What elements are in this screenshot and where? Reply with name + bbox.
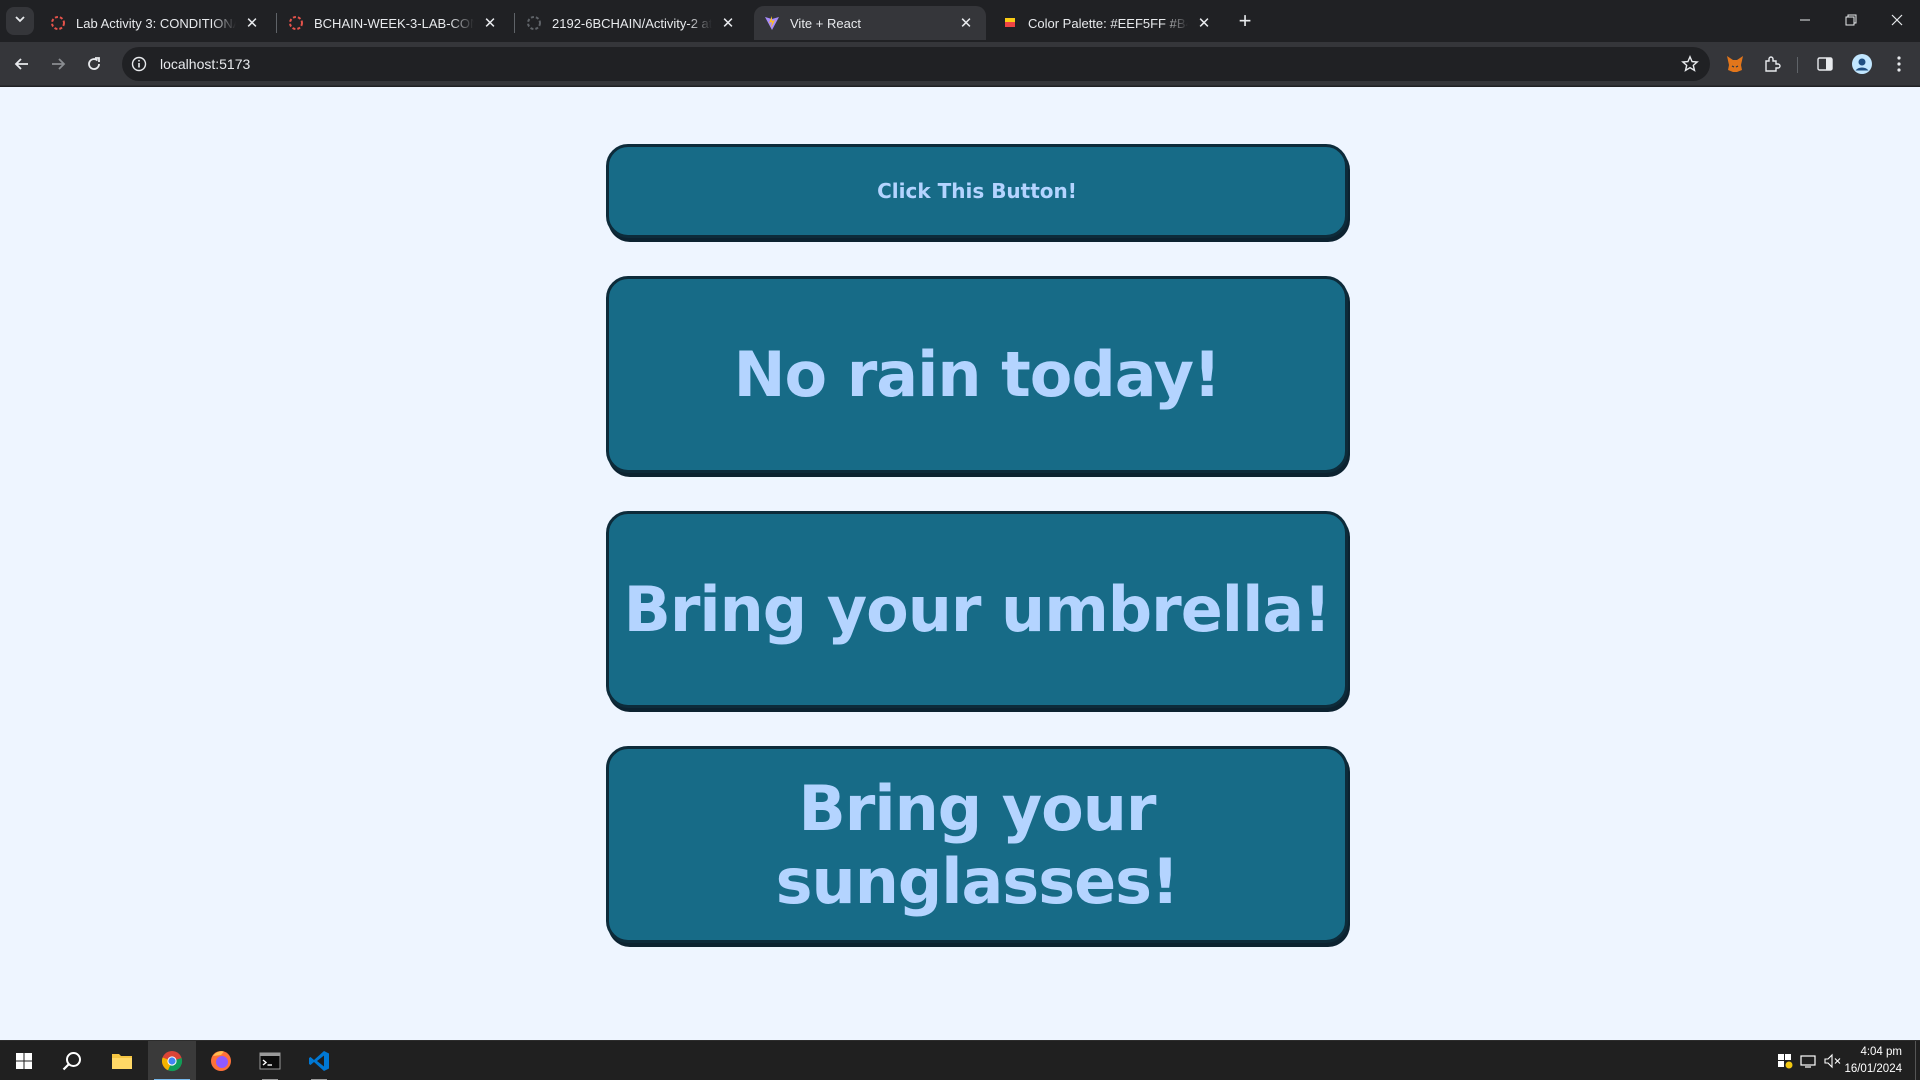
minimize-icon[interactable]: [1782, 0, 1828, 40]
chevron-down-icon: [14, 12, 26, 30]
loading-spinner-icon: [288, 15, 304, 31]
clock-time: 4:04 pm: [1860, 1046, 1902, 1058]
browser-tab[interactable]: Color Palette: #EEF5FF #B4D4FF ✕: [992, 6, 1224, 40]
loading-spinner-icon: [526, 15, 542, 31]
security-shield-icon[interactable]: [1774, 1041, 1796, 1080]
profile-avatar-icon[interactable]: [1851, 53, 1873, 75]
terminal-icon[interactable]: [246, 1041, 294, 1080]
chrome-icon[interactable]: [148, 1041, 196, 1080]
forward-arrow-icon[interactable]: [44, 50, 72, 78]
windows-taskbar: 4:04 pm 16/01/2024: [0, 1040, 1920, 1080]
clock-date: 16/01/2024: [1844, 1063, 1902, 1075]
taskbar-clock[interactable]: 4:04 pm 16/01/2024: [1832, 1044, 1902, 1078]
reload-icon[interactable]: [80, 50, 108, 78]
close-window-icon[interactable]: [1874, 0, 1920, 40]
close-tab-icon[interactable]: ✕: [242, 13, 262, 33]
new-tab-button[interactable]: +: [1232, 8, 1258, 34]
site-info-icon[interactable]: [130, 55, 148, 73]
browser-toolbar: localhost:5173: [0, 42, 1920, 86]
firefox-icon[interactable]: [197, 1041, 245, 1080]
vite-icon: [764, 15, 780, 31]
bookmark-star-icon[interactable]: [1680, 54, 1700, 74]
browser-tab-strip: Lab Activity 3: CONDITIONAL R ✕ BCHAIN-W…: [0, 0, 1920, 42]
page-viewport: Click This Button! No rain today! Bring …: [0, 87, 1920, 1040]
more-menu-icon[interactable]: [1888, 53, 1910, 75]
message-sunglasses: Bring your sunglasses!: [606, 746, 1348, 943]
tab-title: BCHAIN-WEEK-3-LAB-CONDITI: [314, 15, 474, 31]
windows-start-icon[interactable]: [0, 1041, 48, 1080]
toolbar-divider: [1797, 57, 1798, 73]
content-stack: Click This Button! No rain today! Bring …: [606, 144, 1348, 943]
address-bar[interactable]: localhost:5173: [122, 47, 1710, 81]
browser-tab[interactable]: 2192-6BCHAIN/Activity-2 at ma ✕: [516, 6, 748, 40]
restore-icon[interactable]: [1828, 0, 1874, 40]
tab-divider: [276, 13, 277, 33]
tab-title: Color Palette: #EEF5FF #B4D4FF: [1028, 15, 1188, 31]
close-tab-icon[interactable]: ✕: [1194, 13, 1214, 33]
network-icon[interactable]: [1798, 1041, 1820, 1080]
close-tab-icon[interactable]: ✕: [480, 13, 500, 33]
tab-title: Vite + React: [790, 15, 861, 31]
file-explorer-icon[interactable]: [98, 1041, 146, 1080]
address-url: localhost:5173: [160, 56, 251, 72]
tab-title: Lab Activity 3: CONDITIONAL R: [76, 15, 236, 31]
palette-icon: [1002, 15, 1018, 31]
close-tab-icon[interactable]: ✕: [956, 13, 976, 33]
browser-tab[interactable]: Lab Activity 3: CONDITIONAL R ✕: [40, 6, 272, 40]
show-desktop-button[interactable]: [1915, 1041, 1920, 1080]
side-panel-icon[interactable]: [1814, 53, 1836, 75]
browser-tab-active[interactable]: Vite + React ✕: [754, 6, 986, 40]
search-icon[interactable]: [48, 1041, 96, 1080]
vscode-icon[interactable]: [295, 1041, 343, 1080]
extensions-puzzle-icon[interactable]: [1761, 53, 1783, 75]
back-arrow-icon[interactable]: [8, 50, 36, 78]
metamask-fox-icon[interactable]: [1724, 53, 1746, 75]
tab-title: 2192-6BCHAIN/Activity-2 at ma: [552, 15, 712, 31]
tab-search-button[interactable]: [6, 7, 34, 35]
message-umbrella: Bring your umbrella!: [606, 511, 1348, 708]
message-no-rain: No rain today!: [606, 276, 1348, 473]
tab-divider: [514, 13, 515, 33]
close-tab-icon[interactable]: ✕: [718, 13, 738, 33]
click-this-button[interactable]: Click This Button!: [606, 144, 1348, 238]
loading-spinner-icon: [50, 15, 66, 31]
browser-tab[interactable]: BCHAIN-WEEK-3-LAB-CONDITI ✕: [278, 6, 510, 40]
